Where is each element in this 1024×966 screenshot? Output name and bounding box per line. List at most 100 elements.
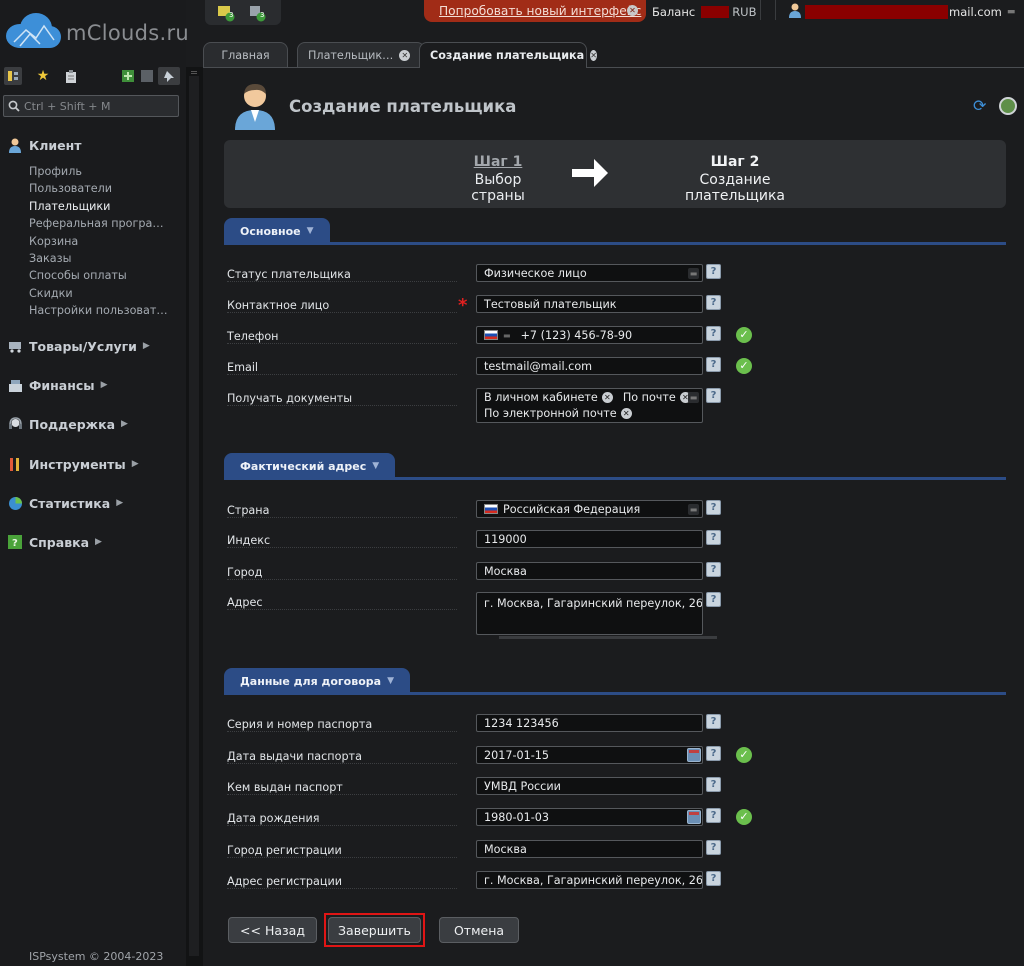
email-input[interactable]: testmail@mail.com xyxy=(476,357,703,375)
payer-status-select[interactable]: Физическое лицо ▬ xyxy=(476,264,703,282)
chevron-down-icon[interactable]: ▬ xyxy=(503,331,511,340)
sidebar-item-payment-methods[interactable]: Способы оплаты xyxy=(29,267,168,284)
sidebar-item-payers[interactable]: Плательщики xyxy=(29,198,168,215)
textarea-resize-handle[interactable] xyxy=(499,636,717,639)
sidebar-item-profile[interactable]: Профиль xyxy=(29,163,168,180)
help-icon[interactable]: ? xyxy=(706,592,721,607)
logo[interactable]: mClouds.ru xyxy=(4,12,189,56)
registration-city-input[interactable]: Москва xyxy=(476,840,703,858)
help-globe-icon[interactable] xyxy=(999,97,1017,115)
help-icon[interactable]: ? xyxy=(706,326,721,341)
nav-section-statistics[interactable]: Статистика ▶ xyxy=(7,494,123,512)
help-icon[interactable]: ? xyxy=(706,530,721,545)
logo-text: mClouds.ru xyxy=(66,21,190,45)
back-button[interactable]: << Назад xyxy=(228,917,317,943)
help-icon[interactable]: ? xyxy=(706,500,721,515)
scrollbar-thumb[interactable] xyxy=(189,76,199,956)
country-select[interactable]: Российская Федерация ▬ xyxy=(476,500,703,518)
help-icon[interactable]: ? xyxy=(706,871,721,886)
help-icon[interactable]: ? xyxy=(706,840,721,855)
help-icon[interactable]: ? xyxy=(706,746,721,761)
help-icon[interactable]: ? xyxy=(706,295,721,310)
form-row-address: Адрес г. Москва, Гагаринский переулок, 2… xyxy=(203,592,1024,642)
message-count-badge: 3 xyxy=(260,11,265,19)
try-new-interface-link[interactable]: Попробовать новый интерфейс xyxy=(439,4,641,18)
help-icon[interactable]: ? xyxy=(706,388,721,403)
contact-person-input[interactable]: Тестовый плательщик xyxy=(476,295,703,313)
payer-person-icon xyxy=(233,82,277,133)
cart-icon xyxy=(7,338,23,354)
passport-issuer-input[interactable]: УМВД России xyxy=(476,777,703,795)
nav-section-help[interactable]: ? Справка ▶ xyxy=(7,533,102,551)
sidebar-item-users[interactable]: Пользователи xyxy=(29,180,168,197)
section-label: Данные для договора xyxy=(240,674,382,688)
sidebar-item-referral[interactable]: Реферальная програ… xyxy=(29,215,168,232)
calendar-icon[interactable] xyxy=(687,810,701,824)
svg-text:?: ? xyxy=(12,538,18,549)
passport-number-input[interactable]: 1234 123456 xyxy=(476,714,703,732)
try-new-interface-banner[interactable]: Попробовать новый интерфейс ✕ xyxy=(424,0,646,22)
help-icon[interactable]: ? xyxy=(706,357,721,372)
square-icon[interactable] xyxy=(138,67,156,85)
field-label: Дата выдачи паспорта xyxy=(227,750,362,763)
check-valid-icon: ✓ xyxy=(736,358,752,374)
sidebar-scrollbar[interactable] xyxy=(186,67,203,966)
finish-button[interactable]: Завершить xyxy=(328,917,421,943)
step-number[interactable]: Шаг 1 xyxy=(446,154,550,170)
clipboard-icon[interactable] xyxy=(62,67,80,85)
passport-date-input[interactable]: 2017-01-15 xyxy=(476,746,703,764)
nav-section-products[interactable]: Товары/Услуги ▶ xyxy=(7,337,150,355)
section-basic[interactable]: Основное ▼ xyxy=(224,218,330,244)
tab-payers[interactable]: Плательщик… ✕ xyxy=(297,42,425,68)
calendar-icon[interactable] xyxy=(687,748,701,762)
close-tab-icon[interactable]: ✕ xyxy=(399,50,411,61)
birth-date-input[interactable]: 1980-01-03 xyxy=(476,808,703,826)
search-box[interactable] xyxy=(3,95,179,117)
refresh-icon[interactable]: ⟳ xyxy=(973,96,986,115)
russia-flag-icon[interactable] xyxy=(484,330,498,340)
cancel-button[interactable]: Отмена xyxy=(439,917,519,943)
favorites-star-icon[interactable]: ★ xyxy=(34,67,52,85)
add-green-icon[interactable] xyxy=(119,67,137,85)
sidebar-item-discounts[interactable]: Скидки xyxy=(29,285,168,302)
nav-section-finance[interactable]: Финансы ▶ xyxy=(7,376,108,394)
chevron-down-icon: ▬ xyxy=(1006,7,1016,17)
step-1[interactable]: Шаг 1 Выбор страны xyxy=(446,154,550,204)
chip-email: По электронной почте ✕ xyxy=(484,406,632,421)
pin-icon[interactable] xyxy=(158,67,180,85)
postal-index-input[interactable]: 119000 xyxy=(476,530,703,548)
section-actual-address[interactable]: Фактический адрес ▼ xyxy=(224,453,396,479)
sidebar-item-cart[interactable]: Корзина xyxy=(29,233,168,250)
receive-docs-multiselect[interactable]: В личном кабинете ✕ По почте ✕ По электр… xyxy=(476,388,703,423)
tab-create-payer[interactable]: Создание плательщика ✕ xyxy=(419,42,597,68)
balance[interactable]: Баланс RUB xyxy=(652,5,757,19)
user-menu[interactable]: mail.com ▬ xyxy=(788,3,1015,21)
chevron-down-icon: ▬ xyxy=(688,268,699,279)
city-input[interactable]: Москва xyxy=(476,562,703,580)
sidebar-item-orders[interactable]: Заказы xyxy=(29,250,168,267)
help-icon[interactable]: ? xyxy=(706,714,721,729)
nav-section-support[interactable]: Поддержка ▶ xyxy=(7,415,128,433)
section-contract-data[interactable]: Данные для договора ▼ xyxy=(224,668,410,694)
phone-input[interactable]: ▬ +7 (123) 456-78-90 xyxy=(476,326,703,344)
help-icon[interactable]: ? xyxy=(706,264,721,279)
registration-address-input[interactable]: г. Москва, Гагаринский переулок, 26 xyxy=(476,871,703,889)
tree-menu-icon[interactable] xyxy=(4,67,22,85)
help-icon[interactable]: ? xyxy=(706,808,721,823)
help-icon[interactable]: ? xyxy=(706,777,721,792)
tools-icon xyxy=(7,456,23,472)
tab-home[interactable]: Главная xyxy=(203,42,288,68)
section-divider xyxy=(224,477,1006,480)
sidebar-item-user-settings[interactable]: Настройки пользоват… xyxy=(29,302,168,319)
help-icon[interactable]: ? xyxy=(706,562,721,577)
search-input[interactable] xyxy=(24,99,174,113)
close-tab-icon[interactable]: ✕ xyxy=(590,50,597,61)
remove-chip-icon[interactable]: ✕ xyxy=(601,392,613,403)
check-valid-icon: ✓ xyxy=(736,747,752,763)
nav-section-client[interactable]: Клиент xyxy=(7,136,82,154)
remove-chip-icon[interactable]: ✕ xyxy=(620,408,632,419)
close-icon[interactable]: ✕ xyxy=(627,5,638,16)
nav-section-tools[interactable]: Инструменты ▶ xyxy=(7,455,139,473)
input-value: Москва xyxy=(484,842,527,856)
address-textarea[interactable]: г. Москва, Гагаринский переулок, 26 xyxy=(476,592,703,635)
